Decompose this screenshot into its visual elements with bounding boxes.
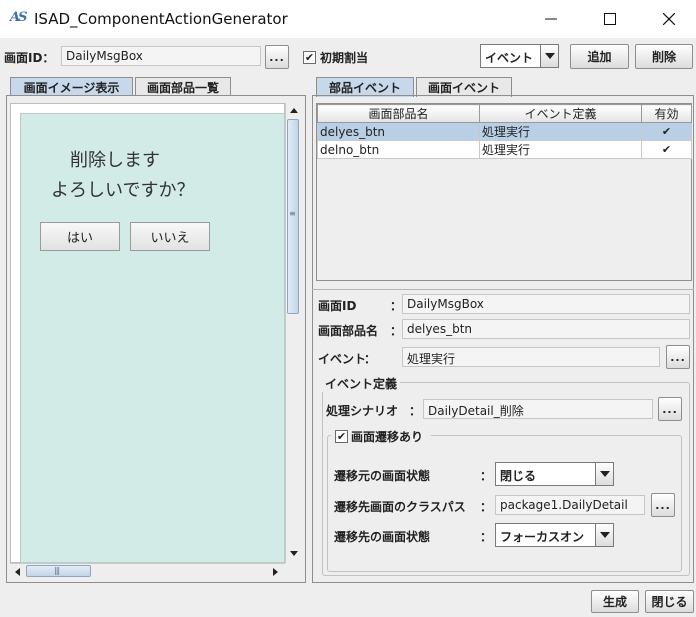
minimize-button[interactable] xyxy=(522,0,580,38)
scroll-right-icon[interactable] xyxy=(269,565,282,578)
event-browse-button[interactable]: ... xyxy=(666,345,690,369)
cell-enabled-checkbox[interactable]: ✔ xyxy=(641,122,692,141)
column-header-event[interactable]: イベント定義 xyxy=(479,104,642,123)
detail-screen-id-field[interactable]: DailyMsgBox xyxy=(402,294,690,314)
column-header-component[interactable]: 画面部品名 xyxy=(317,104,480,123)
navigation-label: 画面遷移あり xyxy=(351,430,424,444)
chevron-down-icon xyxy=(540,45,558,67)
detail-event-label: イベント xyxy=(318,352,367,366)
delete-button[interactable]: 削除 xyxy=(635,44,693,69)
from-state-select[interactable]: 閉じる xyxy=(495,462,614,486)
cell-event[interactable]: 処理実行 xyxy=(479,140,642,159)
add-button[interactable]: 追加 xyxy=(570,44,629,69)
colon-label: ： xyxy=(480,530,493,544)
close-dialog-button[interactable]: 閉じる xyxy=(645,590,694,613)
detail-component-field[interactable]: delyes_btn xyxy=(402,319,690,339)
scroll-down-icon[interactable] xyxy=(287,547,300,560)
tab-component-list[interactable]: 画面部品一覧 xyxy=(135,77,231,97)
preview-yes-button[interactable]: はい xyxy=(40,222,120,251)
cell-component[interactable]: delno_btn xyxy=(317,140,480,159)
to-state-value: フォーカスオン xyxy=(500,530,585,544)
preview-message-line1: 削除します xyxy=(70,150,160,171)
screen-id-label: 画面ID： xyxy=(4,51,55,65)
screen-id-browse-button[interactable]: ... xyxy=(265,45,289,69)
detail-event-field[interactable]: 処理実行 xyxy=(402,347,660,367)
maximize-icon xyxy=(604,13,616,25)
column-header-enabled[interactable]: 有効 xyxy=(641,104,692,123)
table-row[interactable]: delyes_btn 処理実行 ✔ xyxy=(317,122,692,141)
grip-icon: ||| xyxy=(54,566,60,575)
cell-enabled-checkbox[interactable]: ✔ xyxy=(641,140,692,159)
app-logo-icon: ΑS xyxy=(10,10,27,25)
to-state-select[interactable]: フォーカスオン xyxy=(495,523,614,547)
cell-component[interactable]: delyes_btn xyxy=(317,122,480,141)
generate-button[interactable]: 生成 xyxy=(591,590,639,613)
tab-screen-image[interactable]: 画面イメージ表示 xyxy=(10,77,133,97)
event-definition-title: イベント定義 xyxy=(322,375,401,392)
initial-assign-label: 初期割当 xyxy=(320,51,369,65)
colon-label: ： xyxy=(409,404,422,418)
scroll-up-icon[interactable] xyxy=(287,104,300,117)
class-path-field[interactable]: package1.DailyDetail xyxy=(495,495,645,515)
detail-screen-id-label: 画面ID xyxy=(318,299,357,313)
close-button[interactable] xyxy=(640,0,696,38)
split-divider[interactable] xyxy=(312,284,694,290)
checkmark-icon: ✔ xyxy=(304,51,315,64)
colon-label: ： xyxy=(390,299,403,313)
table-row[interactable]: delno_btn 処理実行 ✔ xyxy=(317,140,692,159)
class-path-label: 遷移先画面のクラスパス xyxy=(334,500,466,514)
preview-no-button[interactable]: いいえ xyxy=(130,222,210,251)
scenario-field[interactable]: DailyDetail_削除 xyxy=(423,399,653,419)
checkmark-icon: ✔ xyxy=(336,430,347,443)
colon-label: ： xyxy=(364,352,377,366)
preview-horizontal-scrollbar[interactable]: ||| xyxy=(10,563,285,578)
from-state-value: 閉じる xyxy=(500,469,537,483)
colon-label: ： xyxy=(480,469,493,483)
class-path-browse-button[interactable]: ... xyxy=(651,493,675,517)
grip-icon: ≡ xyxy=(289,209,296,218)
scenario-browse-button[interactable]: ... xyxy=(658,397,682,421)
cell-event[interactable]: 処理実行 xyxy=(479,122,642,141)
tab-screen-events[interactable]: 画面イベント xyxy=(416,77,512,97)
table-header-row: 画面部品名 イベント定義 有効 xyxy=(317,104,692,123)
type-select-value: イベント xyxy=(485,51,534,65)
chevron-down-icon xyxy=(595,463,613,485)
preview-message-line2: よろしいですか？ xyxy=(51,180,195,201)
detail-component-label: 画面部品名 xyxy=(318,324,379,338)
to-state-label: 遷移先の画面状態 xyxy=(334,530,431,544)
initial-assign-checkbox[interactable]: ✔ xyxy=(303,51,316,64)
navigation-checkbox[interactable]: ✔ xyxy=(335,430,348,443)
colon-label: ： xyxy=(480,500,493,514)
screen-id-field[interactable]: DailyMsgBox xyxy=(61,46,261,66)
scroll-left-icon[interactable] xyxy=(11,565,24,578)
chevron-down-icon xyxy=(595,524,613,546)
tab-component-events[interactable]: 部品イベント xyxy=(316,77,414,97)
colon-label: ： xyxy=(390,324,403,338)
close-icon xyxy=(663,13,675,25)
type-select[interactable]: イベント xyxy=(480,44,559,68)
from-state-label: 遷移元の画面状態 xyxy=(334,469,431,483)
maximize-button[interactable] xyxy=(581,0,639,38)
preview-vertical-scrollbar[interactable]: ≡ xyxy=(285,103,300,563)
events-table: 画面部品名 イベント定義 有効 delyes_btn 処理実行 ✔ delno_… xyxy=(317,104,692,159)
scenario-label: 処理シナリオ xyxy=(326,404,399,418)
minimize-icon xyxy=(545,18,557,20)
window-title: ISAD_ComponentActionGenerator xyxy=(34,10,288,28)
